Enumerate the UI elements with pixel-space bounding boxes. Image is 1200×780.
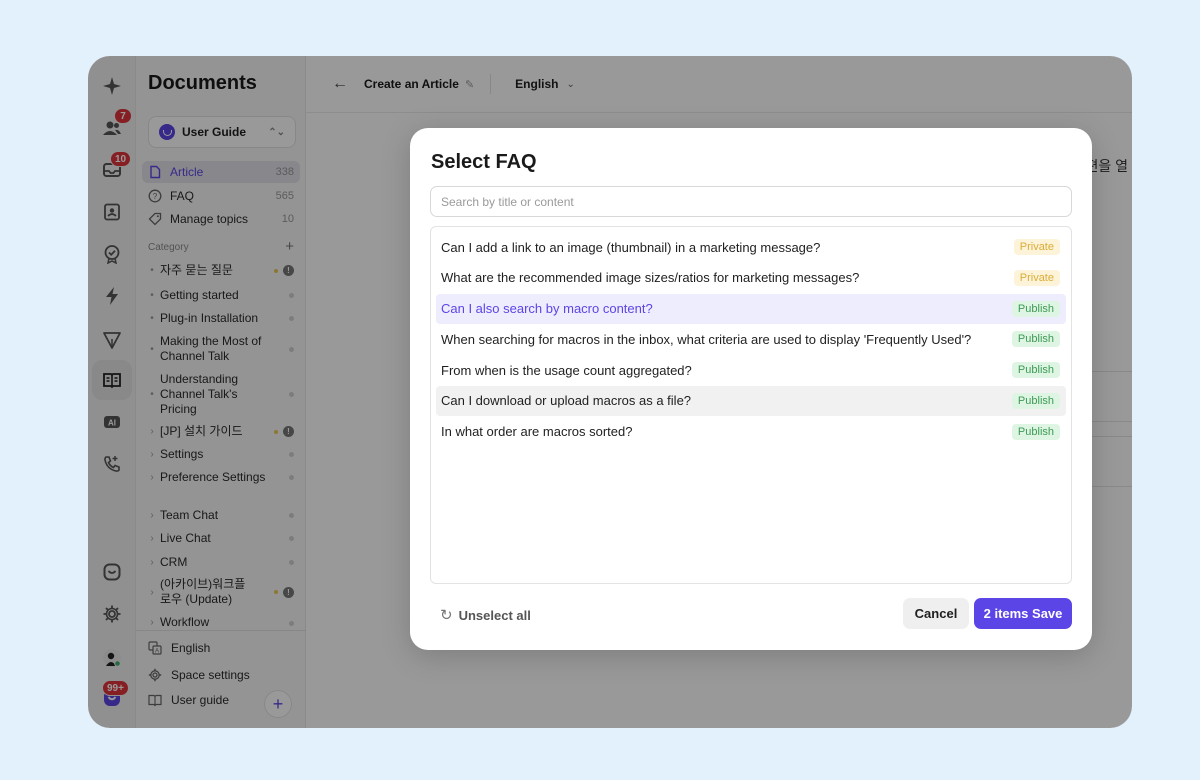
faq-title: From when is the usage count aggregated? [441,362,692,378]
status-badge: Publish [1011,362,1060,379]
faq-title: What are the recommended image sizes/rat… [441,270,860,286]
unselect-all-label: Unselect all [458,607,531,623]
refresh-icon: ↻ [440,607,453,624]
faq-title: Can I download or upload macros as a fil… [441,393,692,409]
save-button[interactable]: 2 items Save [974,598,1072,629]
status-badge: Publish [1011,423,1060,440]
faq-row-selected[interactable]: Can I also search by macro content? Publ… [436,293,1066,324]
unselect-all-button[interactable]: ↻ Unselect all [440,606,531,624]
status-badge: Publish [1011,331,1060,348]
faq-row-hovered[interactable]: Can I download or upload macros as a fil… [436,385,1066,416]
faq-title: Can I add a link to an image (thumbnail)… [441,239,821,255]
faq-title: Can I also search by macro content? [441,301,653,317]
faq-row[interactable]: When searching for macros in the inbox, … [436,324,1066,354]
modal-title: Select FAQ [431,151,537,173]
faq-title: When searching for macros in the inbox, … [441,331,972,347]
faq-row[interactable]: From when is the usage count aggregated?… [436,355,1066,385]
faq-search-input[interactable] [430,186,1072,217]
faq-row[interactable]: Can I add a link to an image (thumbnail)… [436,232,1066,262]
status-badge: Private [1013,239,1060,255]
cancel-button[interactable]: Cancel [903,598,969,629]
select-faq-modal: Select FAQ Can I add a link to an image … [410,128,1092,650]
status-badge: Publish [1011,392,1060,409]
faq-row[interactable]: In what order are macros sorted? Publish [436,417,1066,447]
faq-title: In what order are macros sorted? [441,424,633,440]
status-badge: Publish [1011,300,1060,317]
faq-list: Can I add a link to an image (thumbnail)… [430,226,1072,584]
faq-row[interactable]: What are the recommended image sizes/rat… [436,263,1066,293]
status-badge: Private [1013,269,1060,286]
